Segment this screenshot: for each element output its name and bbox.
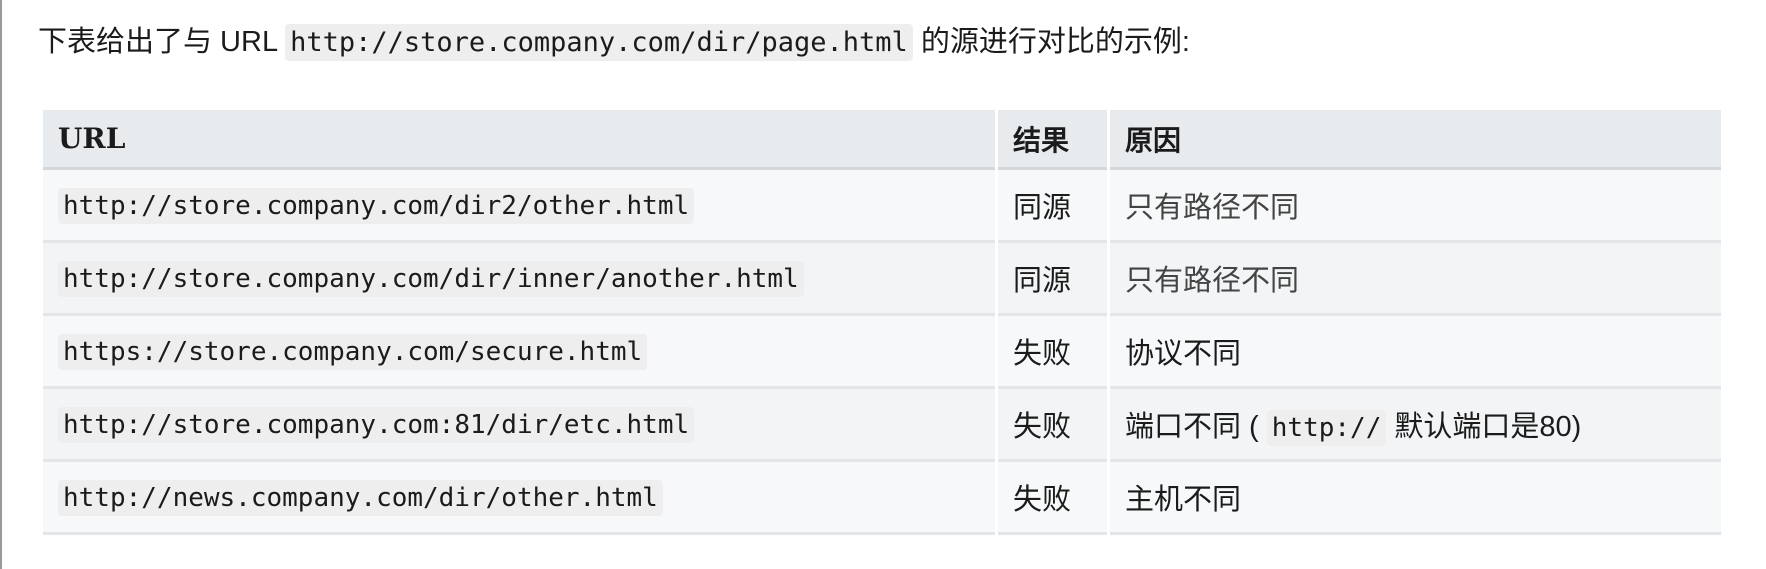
url-cell: https://store.company.com/secure.html — [43, 316, 995, 389]
reason-cell: 主机不同 — [1110, 462, 1721, 535]
table-row: http://store.company.com/dir/inner/anoth… — [43, 243, 1721, 316]
same-origin-table: URL 结果 原因 http://store.company.com/dir2/… — [40, 110, 1724, 535]
url-cell: http://store.company.com/dir2/other.html — [43, 170, 995, 243]
reason-cell: 端口不同 ( http:// 默认端口是80) — [1110, 389, 1721, 462]
result-cell: 同源 — [998, 243, 1107, 316]
url-code: https://store.company.com/secure.html — [58, 333, 648, 370]
left-border-rule — [0, 0, 2, 569]
url-cell: http://store.company.com:81/dir/etc.html — [43, 389, 995, 462]
result-cell: 失败 — [998, 389, 1107, 462]
column-header-url: URL — [43, 110, 995, 170]
url-code: http://news.company.com/dir/other.html — [58, 479, 663, 516]
reason-protocol-code: http:// — [1266, 410, 1387, 446]
column-header-result: 结果 — [998, 110, 1107, 170]
table-row: http://store.company.com:81/dir/etc.html… — [43, 389, 1721, 462]
intro-paragraph: 下表给出了与 URL http://store.company.com/dir/… — [38, 18, 1190, 67]
intro-url-code: http://store.company.com/dir/page.html — [285, 24, 913, 61]
reason-cell: 协议不同 — [1110, 316, 1721, 389]
reason-prefix: 端口不同 ( — [1125, 411, 1267, 443]
result-cell: 失败 — [998, 316, 1107, 389]
url-cell: http://store.company.com/dir/inner/anoth… — [43, 243, 995, 316]
reason-cell: 只有路径不同 — [1110, 243, 1721, 316]
url-code: http://store.company.com:81/dir/etc.html — [58, 406, 695, 443]
intro-prefix: 下表给出了与 URL — [38, 26, 286, 58]
table-row: http://store.company.com/dir2/other.html… — [43, 170, 1721, 243]
result-cell: 同源 — [998, 170, 1107, 243]
table-row: https://store.company.com/secure.html 失败… — [43, 316, 1721, 389]
column-header-reason: 原因 — [1110, 110, 1721, 170]
intro-suffix: 的源进行对比的示例: — [912, 26, 1190, 58]
table-header-row: URL 结果 原因 — [43, 110, 1721, 170]
url-cell: http://news.company.com/dir/other.html — [43, 462, 995, 535]
result-cell: 失败 — [998, 462, 1107, 535]
reason-suffix: 默认端口是80) — [1386, 411, 1582, 443]
reason-cell: 只有路径不同 — [1110, 170, 1721, 243]
url-code: http://store.company.com/dir2/other.html — [58, 187, 695, 224]
table-row: http://news.company.com/dir/other.html 失… — [43, 462, 1721, 535]
url-code: http://store.company.com/dir/inner/anoth… — [58, 260, 804, 297]
